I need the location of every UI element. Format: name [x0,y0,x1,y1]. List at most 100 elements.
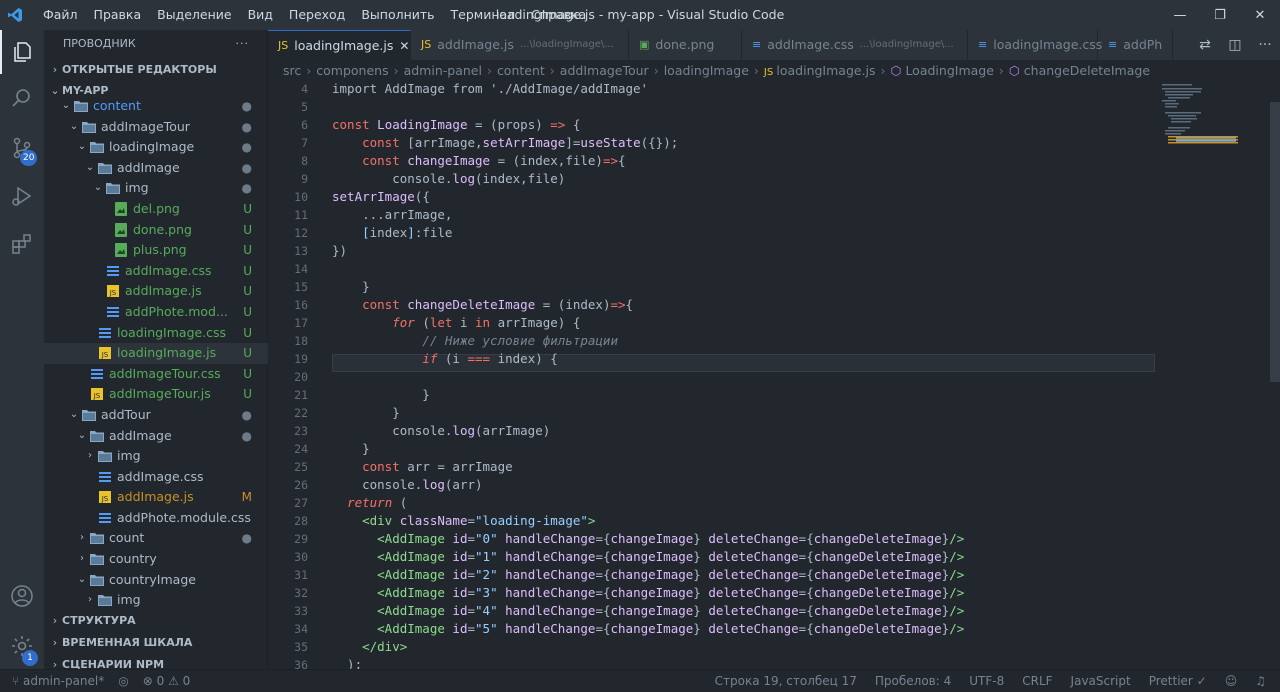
source-control-icon[interactable]: 20 [0,126,44,170]
language-mode[interactable]: JavaScript [1071,670,1131,692]
tree-item[interactable]: ⌄ img ● [44,178,268,199]
manage-gear-icon[interactable]: 1 [0,624,44,668]
code-line[interactable]: 18 // Ниже условие фильтрации [268,332,1280,350]
tree-item[interactable]: JS loadingImage.js U [44,343,268,364]
tree-item[interactable]: JS addImageTour.js U [44,384,268,405]
notifications-icon[interactable]: ♫ [1255,670,1266,692]
tab-5[interactable]: ≡ addPh [1098,30,1174,60]
code-line[interactable]: 16 const changeDeleteImage = (index)=>{ [268,296,1280,314]
prettier-status[interactable]: Prettier ✓ [1149,670,1207,692]
tree-item[interactable]: JS addImage.js U [44,281,268,302]
run-debug-icon[interactable] [0,174,44,218]
tree-item[interactable]: addPhote.mod... U [44,302,268,323]
search-icon[interactable] [0,76,44,120]
outline-section[interactable]: › СТРУКТУРА [44,610,268,632]
tree-item[interactable]: addPhote.module.css [44,508,268,529]
compare-changes-icon[interactable]: ⇄ [1190,37,1220,53]
tree-item[interactable]: › country [44,549,268,570]
code-line[interactable]: 36 ); [268,656,1280,669]
code-line[interactable]: 28 <div className="loading-image"> [268,512,1280,530]
tree-item[interactable]: ⌄ loadingImage ● [44,137,268,158]
code-line[interactable]: 30 <AddImage id="1" handleChange={change… [268,548,1280,566]
code-line[interactable]: 9 console.log(index,file) [268,170,1280,188]
timeline-section[interactable]: › ВРЕМЕННАЯ ШКАЛА [44,632,268,654]
tab-2[interactable]: ▣ done.png [629,30,742,60]
breadcrumb-item[interactable]: admin-panel [404,63,482,78]
breadcrumb-item[interactable]: changeDeleteImage [1024,63,1150,78]
code-line[interactable]: 4 import AddImage from './AddImage/addIma… [268,82,1280,98]
code-line[interactable]: 34 <AddImage id="5" handleChange={change… [268,620,1280,638]
feedback-icon[interactable]: ☺ [1225,670,1238,692]
menu-item-6[interactable]: Терминал [443,0,524,30]
tab-0[interactable]: JS loadingImage.js ✕ [268,30,411,60]
menu-item-2[interactable]: Выделение [149,0,239,30]
tree-item[interactable]: › img [44,590,268,611]
code-line[interactable]: 29 <AddImage id="0" handleChange={change… [268,530,1280,548]
close-icon[interactable]: ✕ [1240,0,1280,30]
split-editor-icon[interactable]: ◫ [1220,37,1250,53]
maximize-icon[interactable]: ❐ [1200,0,1240,30]
tree-item[interactable]: addImageTour.css U [44,364,268,385]
code-editor[interactable]: 4 import AddImage from './AddImage/addIma… [268,82,1280,669]
close-tab-icon[interactable]: ✕ [399,31,409,61]
extensions-icon[interactable] [0,222,44,266]
minimize-icon[interactable]: — [1160,0,1200,30]
menu-item-0[interactable]: Файл [35,0,86,30]
breadcrumb-item[interactable]: content [497,63,545,78]
tree-item[interactable]: ⌄ addImage ● [44,158,268,179]
tree-item[interactable]: loadingImage.css U [44,323,268,344]
tree-item[interactable]: ⌄ addImageTour ● [44,117,268,138]
code-line[interactable]: 11 ...arrImage, [268,206,1280,224]
tab-1[interactable]: JS addImage.js ...\loadingImage\... [411,30,629,60]
code-line[interactable]: 7 const [arrImage,setArrImage]=useState(… [268,134,1280,152]
code-line[interactable]: 8 const changeImage = (index,file)=>{ [268,152,1280,170]
code-line[interactable]: 35 </div> [268,638,1280,656]
breadcrumb-item[interactable]: loadingImage.js [776,63,875,78]
tree-item[interactable]: ⌄ countryImage [44,570,268,591]
indentation[interactable]: Пробелов: 4 [875,670,951,692]
menu-item-4[interactable]: Переход [281,0,353,30]
tree-item[interactable]: ⌄ content ● [44,96,268,117]
code-line[interactable]: 24 } [268,440,1280,458]
tree-item[interactable]: JS addImage.js M [44,487,268,508]
line-ending[interactable]: CRLF [1022,670,1052,692]
menu-item-3[interactable]: Вид [240,0,281,30]
tree-item[interactable]: addImage.css [44,467,268,488]
cursor-position[interactable]: Строка 19, столбец 17 [715,670,857,692]
tree-item[interactable]: del.png U [44,199,268,220]
code-line[interactable]: 27 return ( [268,494,1280,512]
code-line[interactable]: 21 } [268,386,1280,404]
breadcrumb-item[interactable]: LoadingImage [905,63,993,78]
encoding[interactable]: UTF-8 [969,670,1004,692]
branch-status[interactable]: ⑂ admin-panel* [12,670,104,692]
code-line[interactable]: 25 const arr = arrImage [268,458,1280,476]
problems-status[interactable]: ⊗ 0 ⚠ 0 [143,670,191,692]
code-line[interactable]: 10 setArrImage({ [268,188,1280,206]
tree-item[interactable]: done.png U [44,220,268,241]
tree-item[interactable]: ⌄ addImage ● [44,426,268,447]
code-line[interactable]: 15 } [268,278,1280,296]
explorer-icon[interactable] [0,30,44,74]
code-line[interactable]: 20 [268,368,1280,386]
more-actions-icon[interactable]: ··· [236,30,250,58]
code-line[interactable]: 33 <AddImage id="4" handleChange={change… [268,602,1280,620]
code-line[interactable]: 14 [268,260,1280,278]
tab-3[interactable]: ≡ addImage.css ...\loadingImage\... [742,30,968,60]
breadcrumb-item[interactable]: loadingImage [664,63,749,78]
sync-icon[interactable]: ◎ [118,670,128,692]
code-line[interactable]: 5 [268,98,1280,116]
code-line[interactable]: 26 console.log(arr) [268,476,1280,494]
code-line[interactable]: 32 <AddImage id="3" handleChange={change… [268,584,1280,602]
breadcrumb-item[interactable]: src [283,63,301,78]
code-line[interactable]: 6 const LoadingImage = (props) => { [268,116,1280,134]
tree-item[interactable]: plus.png U [44,240,268,261]
breadcrumb-item[interactable]: addImageTour [560,63,649,78]
code-line[interactable]: 22 } [268,404,1280,422]
code-line[interactable]: 19 if (i === index) { [268,350,1280,368]
tree-item[interactable]: › img [44,446,268,467]
accounts-icon[interactable] [0,574,44,618]
code-line[interactable]: 31 <AddImage id="2" handleChange={change… [268,566,1280,584]
code-line[interactable]: 12 [index]:file [268,224,1280,242]
menu-item-1[interactable]: Правка [86,0,150,30]
tree-item[interactable]: › count ● [44,528,268,549]
